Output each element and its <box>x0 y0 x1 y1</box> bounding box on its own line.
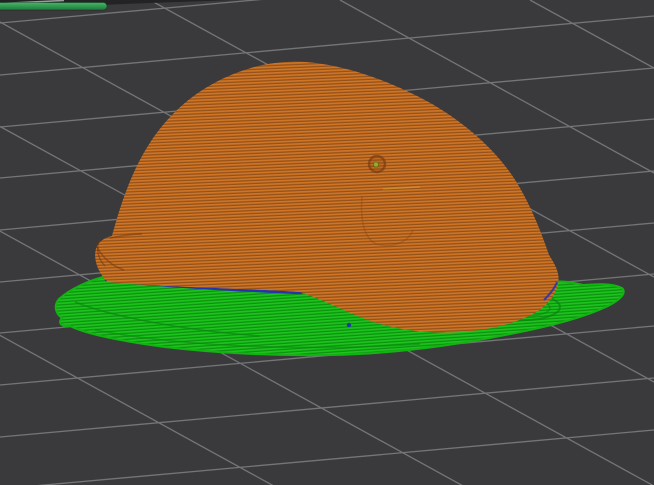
slicer-3d-viewport[interactable] <box>0 0 654 485</box>
skirt-line[interactable] <box>0 2 108 11</box>
scene-canvas <box>0 0 654 485</box>
helmet-vent-dimple <box>367 154 387 174</box>
interface-blue-dot <box>346 322 352 328</box>
